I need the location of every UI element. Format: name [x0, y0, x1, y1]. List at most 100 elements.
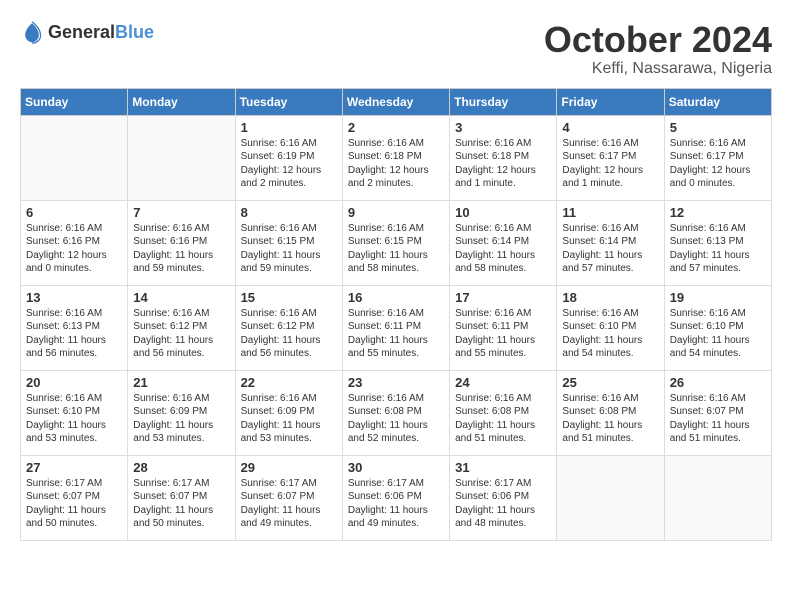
- cell-info: Sunrise: 6:16 AM Sunset: 6:11 PM Dayligh…: [348, 307, 444, 361]
- calendar-cell: [557, 455, 664, 540]
- logo-wordmark: GeneralBlue: [48, 22, 154, 43]
- header-sunday: Sunday: [21, 88, 128, 115]
- day-number: 11: [562, 205, 658, 220]
- day-number: 17: [455, 290, 551, 305]
- week-row-1: 1 Sunrise: 6:16 AM Sunset: 6:19 PM Daylig…: [21, 115, 772, 200]
- day-number: 9: [348, 205, 444, 220]
- cell-info: Sunrise: 6:16 AM Sunset: 6:15 PM Dayligh…: [348, 222, 444, 276]
- calendar-cell: 25Sunrise: 6:16 AM Sunset: 6:08 PM Dayli…: [557, 370, 664, 455]
- cell-info: Sunrise: 6:16 AM Sunset: 6:12 PM Dayligh…: [133, 307, 229, 361]
- calendar-cell: 14Sunrise: 6:16 AM Sunset: 6:12 PM Dayli…: [128, 285, 235, 370]
- cell-info: Sunrise: 6:16 AM Sunset: 6:08 PM Dayligh…: [348, 392, 444, 446]
- cell-info: Sunrise: 6:16 AM Sunset: 6:09 PM Dayligh…: [133, 392, 229, 446]
- calendar-cell: 26 Sunrise: 6:16 AM Sunset: 6:07 PM Dayli…: [664, 370, 771, 455]
- day-number: 31: [455, 460, 551, 475]
- day-number: 19: [670, 290, 766, 305]
- cell-info: Sunrise: 6:16 AM Sunset: 6:14 PM Dayligh…: [455, 222, 551, 276]
- calendar-cell: 2 Sunrise: 6:16 AM Sunset: 6:18 PM Daylig…: [342, 115, 449, 200]
- day-number: 30: [348, 460, 444, 475]
- calendar-cell: 10Sunrise: 6:16 AM Sunset: 6:14 PM Dayli…: [450, 200, 557, 285]
- calendar-cell: 17 Sunrise: 6:16 AM Sunset: 6:11 PM Dayli…: [450, 285, 557, 370]
- calendar-cell: 11Sunrise: 6:16 AM Sunset: 6:14 PM Dayli…: [557, 200, 664, 285]
- calendar-cell: 9 Sunrise: 6:16 AM Sunset: 6:15 PM Daylig…: [342, 200, 449, 285]
- location-title: Keffi, Nassarawa, Nigeria: [544, 60, 772, 78]
- day-number: 22: [241, 375, 337, 390]
- logo: GeneralBlue: [20, 20, 154, 44]
- cell-info: Sunrise: 6:16 AM Sunset: 6:16 PM Dayligh…: [26, 222, 122, 276]
- day-number: 7: [133, 205, 229, 220]
- cell-info: Sunrise: 6:16 AM Sunset: 6:18 PM Dayligh…: [348, 137, 444, 191]
- calendar-cell: 23Sunrise: 6:16 AM Sunset: 6:08 PM Dayli…: [342, 370, 449, 455]
- day-number: 1: [241, 120, 337, 135]
- cell-info: Sunrise: 6:16 AM Sunset: 6:10 PM Dayligh…: [670, 307, 766, 361]
- calendar-cell: 16Sunrise: 6:16 AM Sunset: 6:11 PM Dayli…: [342, 285, 449, 370]
- calendar-cell: 27 Sunrise: 6:17 AM Sunset: 6:07 PM Dayli…: [21, 455, 128, 540]
- day-number: 21: [133, 375, 229, 390]
- day-number: 18: [562, 290, 658, 305]
- calendar-cell: 20Sunrise: 6:16 AM Sunset: 6:10 PM Dayli…: [21, 370, 128, 455]
- header-tuesday: Tuesday: [235, 88, 342, 115]
- calendar-table: SundayMondayTuesdayWednesdayThursdayFrid…: [20, 88, 772, 541]
- day-number: 4: [562, 120, 658, 135]
- day-number: 6: [26, 205, 122, 220]
- calendar-cell: 6 Sunrise: 6:16 AM Sunset: 6:16 PM Daylig…: [21, 200, 128, 285]
- calendar-cell: 1 Sunrise: 6:16 AM Sunset: 6:19 PM Daylig…: [235, 115, 342, 200]
- calendar-cell: 4 Sunrise: 6:16 AM Sunset: 6:17 PM Daylig…: [557, 115, 664, 200]
- calendar-cell: 3Sunrise: 6:16 AM Sunset: 6:18 PM Daylig…: [450, 115, 557, 200]
- calendar-cell: 30 Sunrise: 6:17 AM Sunset: 6:06 PM Dayli…: [342, 455, 449, 540]
- calendar-cell: [664, 455, 771, 540]
- day-number: 8: [241, 205, 337, 220]
- cell-info: Sunrise: 6:17 AM Sunset: 6:07 PM Dayligh…: [26, 477, 122, 531]
- title-block: October 2024 Keffi, Nassarawa, Nigeria: [544, 20, 772, 78]
- calendar-cell: 5Sunrise: 6:16 AM Sunset: 6:17 PM Daylig…: [664, 115, 771, 200]
- calendar-cell: 24Sunrise: 6:16 AM Sunset: 6:08 PM Dayli…: [450, 370, 557, 455]
- calendar-cell: 31 Sunrise: 6:17 AM Sunset: 6:06 PM Dayli…: [450, 455, 557, 540]
- day-number: 29: [241, 460, 337, 475]
- day-number: 15: [241, 290, 337, 305]
- cell-info: Sunrise: 6:16 AM Sunset: 6:15 PM Dayligh…: [241, 222, 337, 276]
- header-saturday: Saturday: [664, 88, 771, 115]
- calendar-cell: 13Sunrise: 6:16 AM Sunset: 6:13 PM Dayli…: [21, 285, 128, 370]
- day-number: 12: [670, 205, 766, 220]
- day-number: 26: [670, 375, 766, 390]
- week-row-3: 13Sunrise: 6:16 AM Sunset: 6:13 PM Dayli…: [21, 285, 772, 370]
- cell-info: Sunrise: 6:16 AM Sunset: 6:08 PM Dayligh…: [455, 392, 551, 446]
- logo-blue: Blue: [115, 22, 154, 42]
- calendar-cell: 8 Sunrise: 6:16 AM Sunset: 6:15 PM Daylig…: [235, 200, 342, 285]
- calendar-cell: [21, 115, 128, 200]
- day-number: 2: [348, 120, 444, 135]
- cell-info: Sunrise: 6:16 AM Sunset: 6:11 PM Dayligh…: [455, 307, 551, 361]
- header-row: SundayMondayTuesdayWednesdayThursdayFrid…: [21, 88, 772, 115]
- cell-info: Sunrise: 6:16 AM Sunset: 6:19 PM Dayligh…: [241, 137, 337, 191]
- cell-info: Sunrise: 6:16 AM Sunset: 6:10 PM Dayligh…: [562, 307, 658, 361]
- week-row-5: 27 Sunrise: 6:17 AM Sunset: 6:07 PM Dayli…: [21, 455, 772, 540]
- header-thursday: Thursday: [450, 88, 557, 115]
- week-row-4: 20Sunrise: 6:16 AM Sunset: 6:10 PM Dayli…: [21, 370, 772, 455]
- calendar-cell: 21 Sunrise: 6:16 AM Sunset: 6:09 PM Dayli…: [128, 370, 235, 455]
- day-number: 27: [26, 460, 122, 475]
- calendar-cell: 18 Sunrise: 6:16 AM Sunset: 6:10 PM Dayli…: [557, 285, 664, 370]
- calendar-cell: 28 Sunrise: 6:17 AM Sunset: 6:07 PM Dayli…: [128, 455, 235, 540]
- cell-info: Sunrise: 6:16 AM Sunset: 6:16 PM Dayligh…: [133, 222, 229, 276]
- page-header: GeneralBlue October 2024 Keffi, Nassaraw…: [20, 20, 772, 78]
- cell-info: Sunrise: 6:16 AM Sunset: 6:13 PM Dayligh…: [670, 222, 766, 276]
- header-monday: Monday: [128, 88, 235, 115]
- cell-info: Sunrise: 6:16 AM Sunset: 6:18 PM Dayligh…: [455, 137, 551, 191]
- cell-info: Sunrise: 6:16 AM Sunset: 6:09 PM Dayligh…: [241, 392, 337, 446]
- day-number: 13: [26, 290, 122, 305]
- cell-info: Sunrise: 6:16 AM Sunset: 6:10 PM Dayligh…: [26, 392, 122, 446]
- cell-info: Sunrise: 6:17 AM Sunset: 6:07 PM Dayligh…: [133, 477, 229, 531]
- calendar-cell: 12 Sunrise: 6:16 AM Sunset: 6:13 PM Dayli…: [664, 200, 771, 285]
- cell-info: Sunrise: 6:17 AM Sunset: 6:06 PM Dayligh…: [455, 477, 551, 531]
- week-row-2: 6 Sunrise: 6:16 AM Sunset: 6:16 PM Daylig…: [21, 200, 772, 285]
- cell-info: Sunrise: 6:16 AM Sunset: 6:07 PM Dayligh…: [670, 392, 766, 446]
- month-title: October 2024: [544, 20, 772, 60]
- cell-info: Sunrise: 6:16 AM Sunset: 6:08 PM Dayligh…: [562, 392, 658, 446]
- calendar-cell: 15 Sunrise: 6:16 AM Sunset: 6:12 PM Dayli…: [235, 285, 342, 370]
- day-number: 28: [133, 460, 229, 475]
- cell-info: Sunrise: 6:17 AM Sunset: 6:06 PM Dayligh…: [348, 477, 444, 531]
- calendar-cell: 22 Sunrise: 6:16 AM Sunset: 6:09 PM Dayli…: [235, 370, 342, 455]
- cell-info: Sunrise: 6:16 AM Sunset: 6:12 PM Dayligh…: [241, 307, 337, 361]
- calendar-cell: 7 Sunrise: 6:16 AM Sunset: 6:16 PM Daylig…: [128, 200, 235, 285]
- cell-info: Sunrise: 6:16 AM Sunset: 6:17 PM Dayligh…: [562, 137, 658, 191]
